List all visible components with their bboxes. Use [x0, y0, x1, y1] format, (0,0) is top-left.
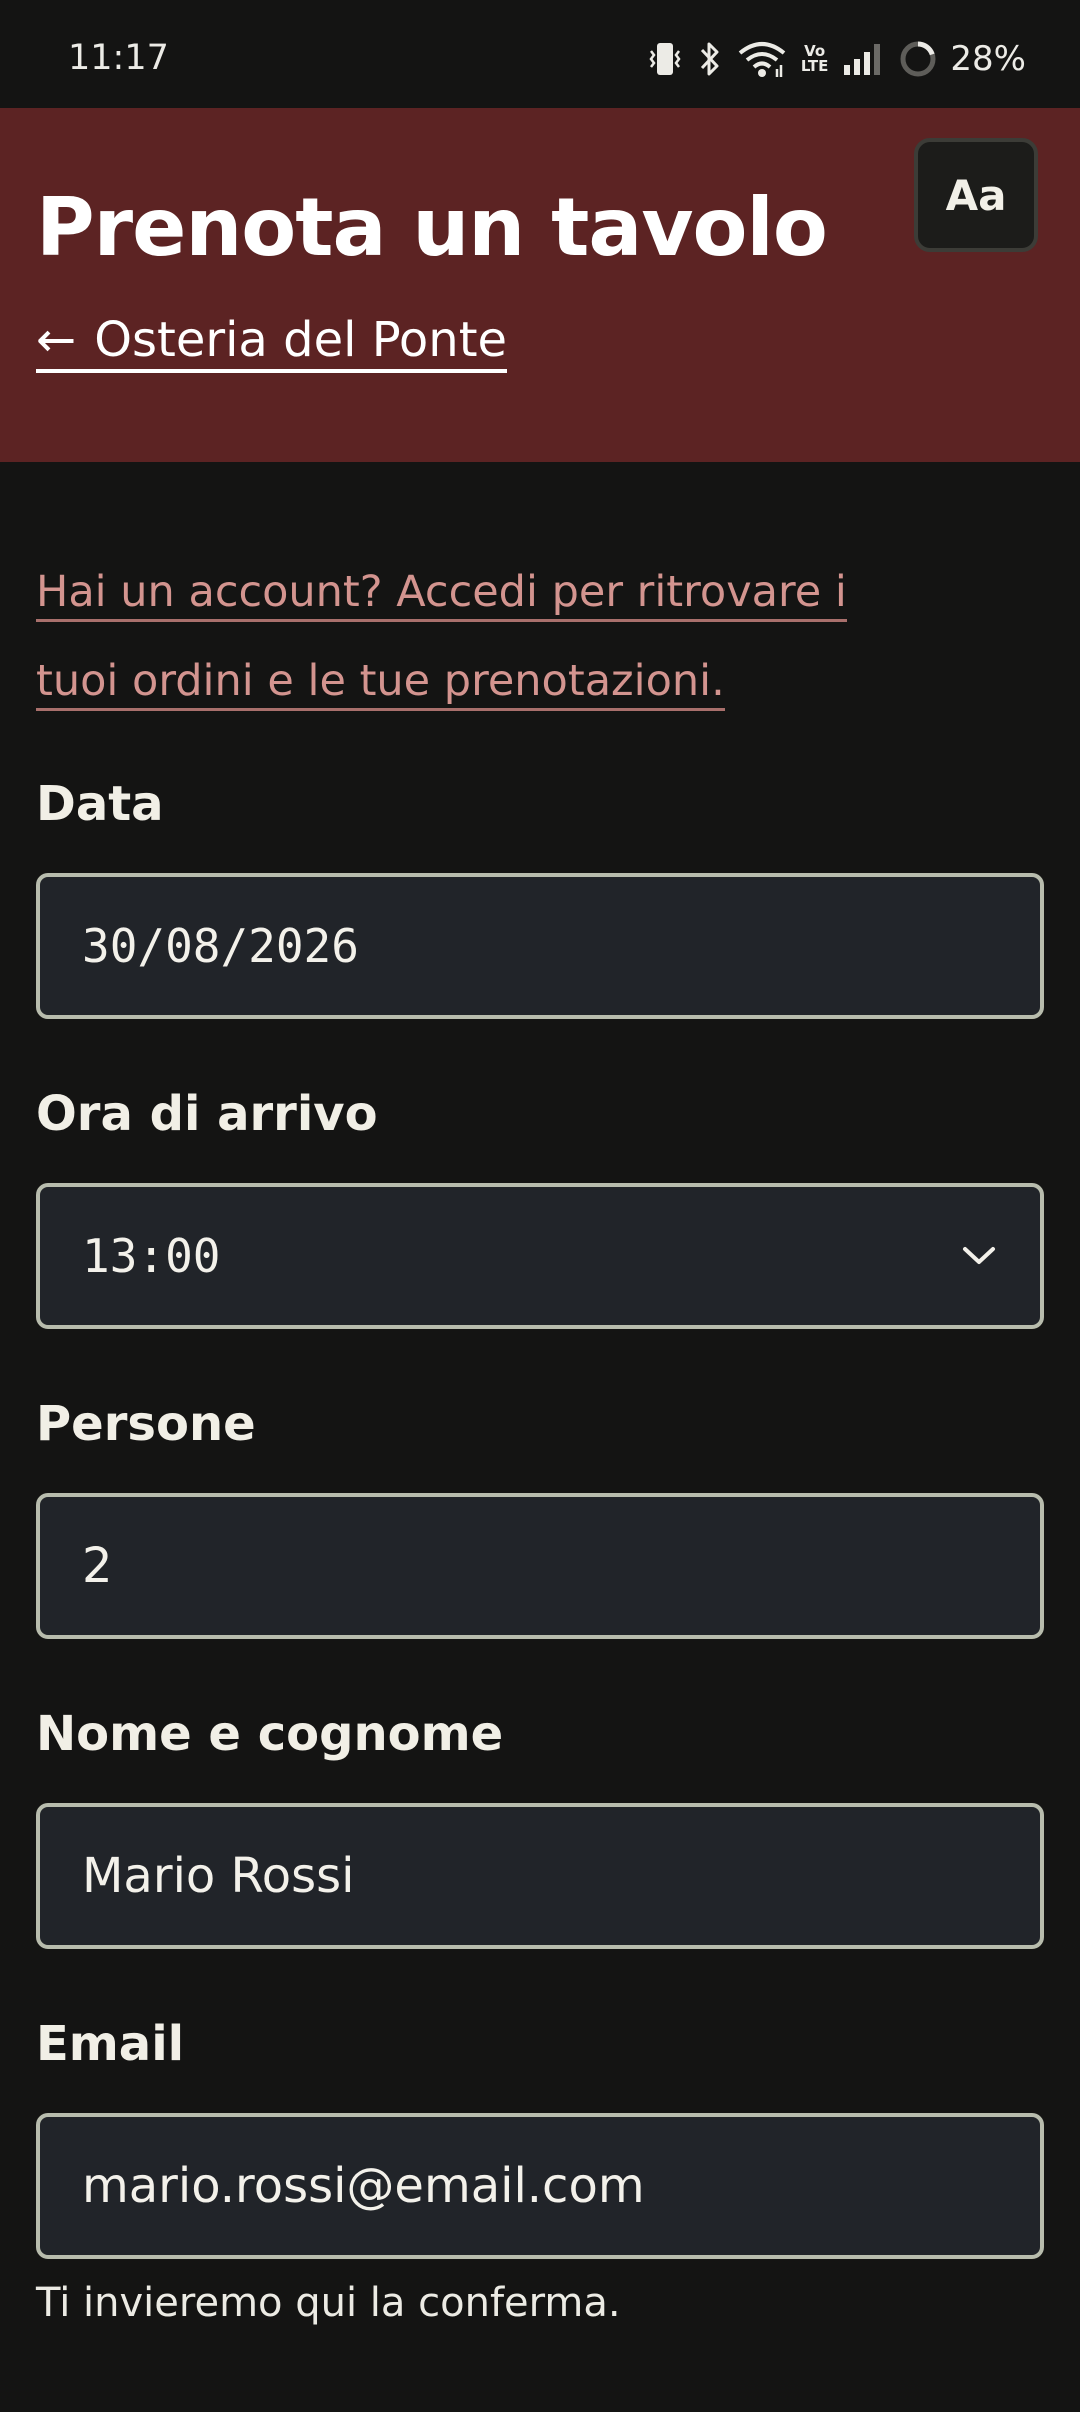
date-input[interactable]: 30/08/2026	[36, 873, 1044, 1019]
font-size-toggle-button[interactable]: Aa	[914, 138, 1038, 252]
arrival-time-label: Ora di arrivo	[36, 1086, 378, 1142]
status-icons: Vo LTE 28%	[647, 36, 1026, 82]
arrival-time-value: 13:00	[82, 1229, 221, 1283]
date-value: 30/08/2026	[82, 919, 359, 973]
status-bar: 11:17 Vo LTE 28%	[0, 0, 1080, 108]
wifi-icon	[738, 42, 786, 77]
signal-icon	[844, 44, 881, 75]
arrival-time-select[interactable]: 13:00	[36, 1183, 1044, 1329]
vibrate-icon	[649, 43, 681, 75]
email-input[interactable]: mario.rossi@email.com	[36, 2113, 1044, 2259]
full-name-label: Nome e cognome	[36, 1706, 504, 1762]
back-link-label: Osteria del Ponte	[94, 312, 508, 368]
volte-bottom: LTE	[800, 57, 829, 75]
email-helper-text: Ti invieremo qui la conferma.	[36, 2280, 621, 2326]
page-header: Prenota un tavolo ← Osteria del Ponte Aa	[0, 108, 1080, 462]
full-name-input[interactable]: Mario Rossi	[36, 1803, 1044, 1949]
full-name-value: Mario Rossi	[82, 1848, 355, 1904]
back-arrow-icon: ←	[36, 312, 77, 368]
email-label: Email	[36, 2016, 185, 2072]
chevron-down-icon	[963, 1247, 995, 1264]
page-title: Prenota un tavolo	[36, 181, 828, 274]
volte-icon: Vo LTE	[801, 44, 829, 74]
login-link[interactable]: Hai un account? Accedi per ritrovare i t…	[36, 548, 936, 726]
battery-percent: 28%	[950, 39, 1026, 79]
people-value: 2	[82, 1538, 113, 1594]
people-label: Persone	[36, 1396, 256, 1452]
back-link[interactable]: ← Osteria del Ponte	[36, 312, 508, 373]
login-link-text: Hai un account? Accedi per ritrovare i t…	[36, 567, 847, 711]
battery-ring-icon	[900, 41, 936, 77]
bluetooth-icon	[700, 42, 719, 76]
people-input[interactable]: 2	[36, 1493, 1044, 1639]
status-time: 11:17	[68, 38, 169, 78]
date-label: Data	[36, 776, 164, 832]
email-value: mario.rossi@email.com	[82, 2158, 645, 2214]
